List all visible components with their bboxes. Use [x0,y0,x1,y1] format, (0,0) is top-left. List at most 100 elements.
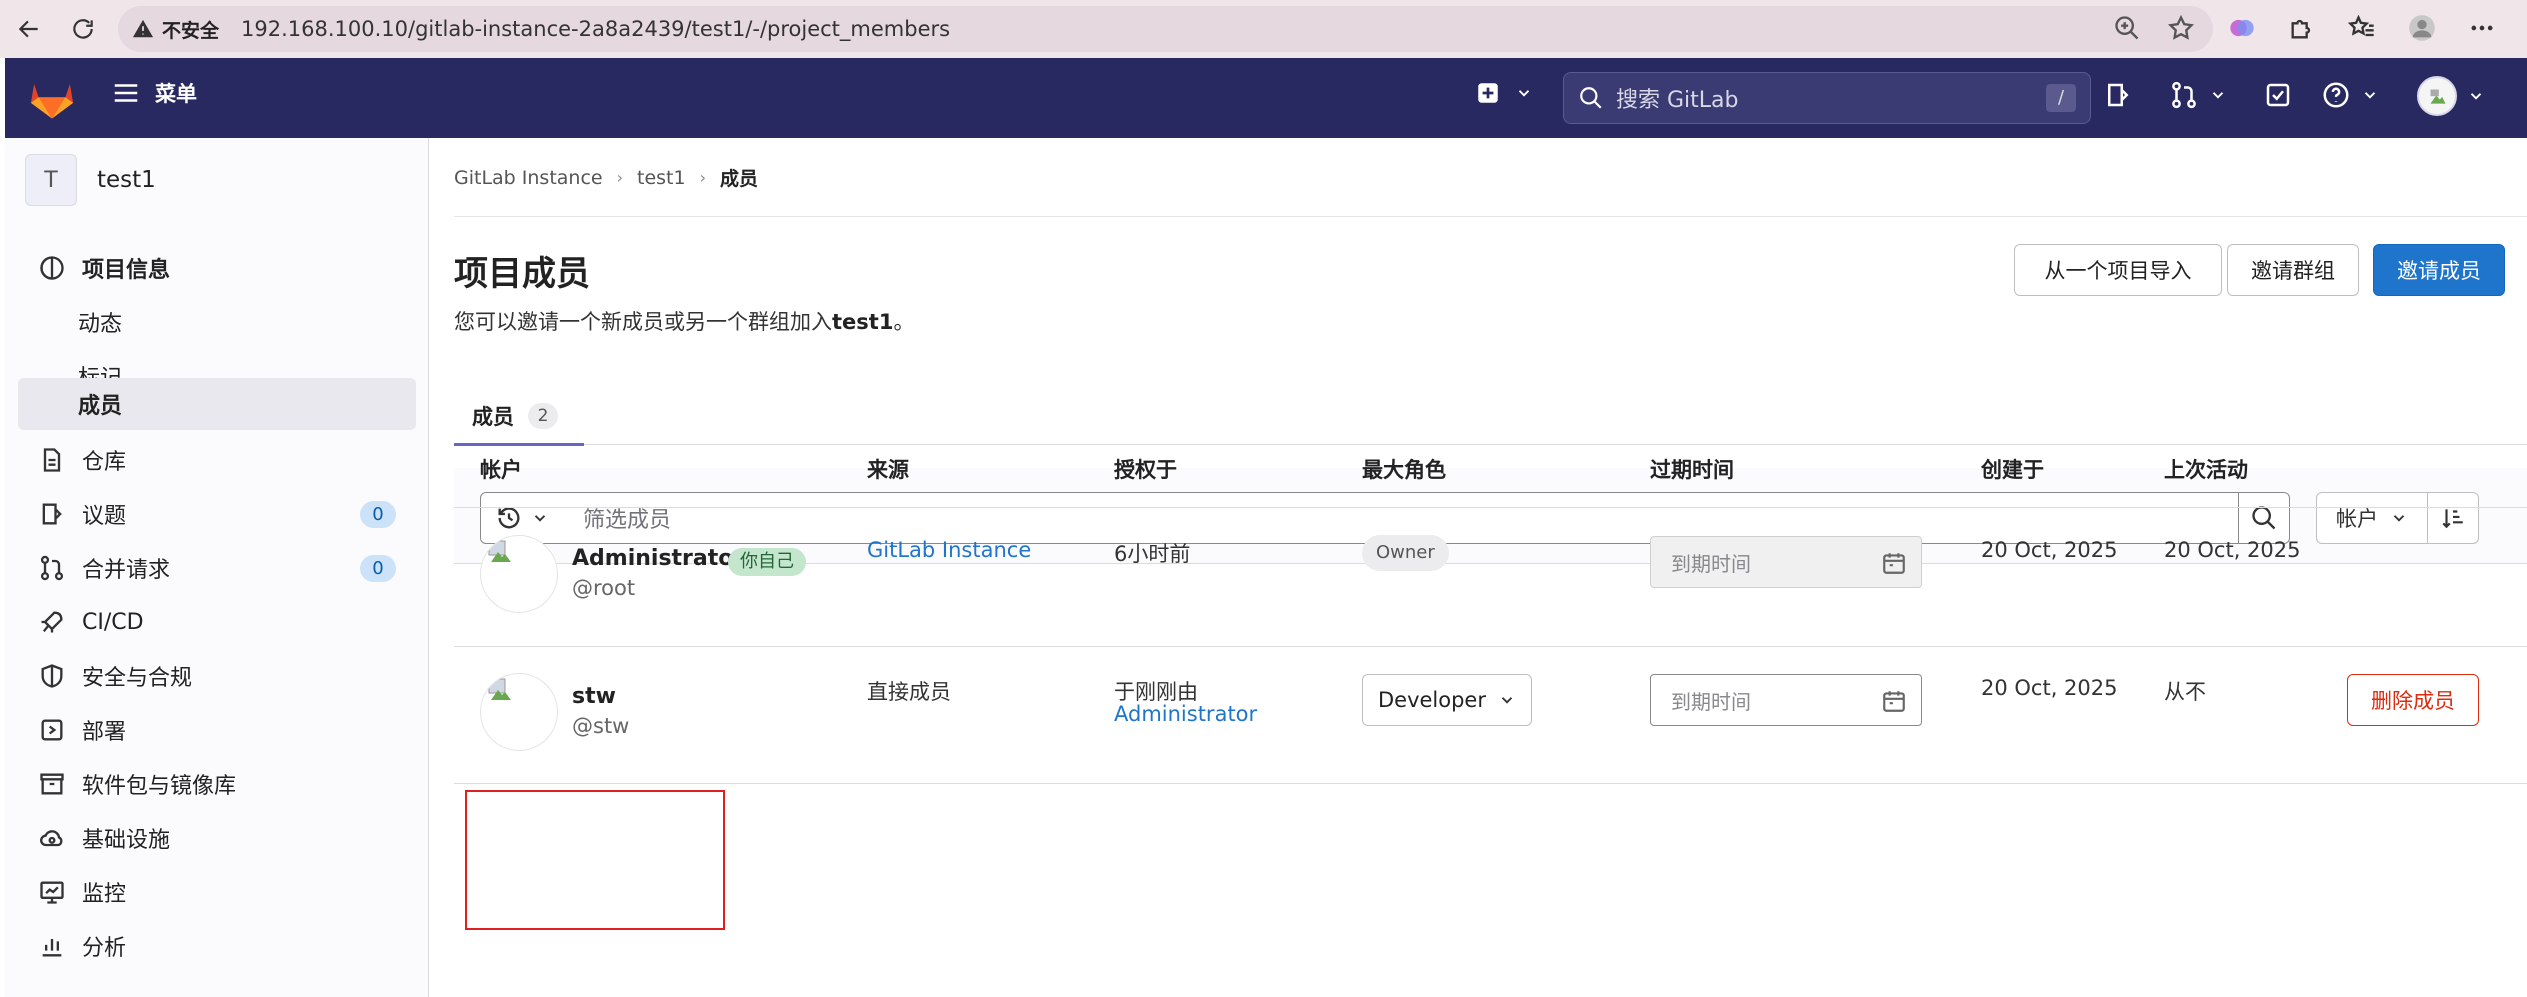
breadcrumb-current[interactable]: 成员 [720,164,758,191]
more-button[interactable] [2465,10,2499,46]
favorites-icon [2348,14,2374,37]
sidebar-item-monitor[interactable]: 监控 [18,866,416,918]
member-created: 20 Oct, 2025 [1981,676,2118,700]
warning-icon [132,19,154,38]
browser-toolbar: 不安全 192.168.100.10/gitlab-instance-2a8a2… [0,0,2527,58]
member-last-activity: 20 Oct, 2025 [2164,538,2301,562]
sidebar-item-infrastructure[interactable]: 基础设施 [18,812,416,864]
user-icon [2409,15,2435,41]
invite-group-button[interactable]: 邀请群组 [2227,244,2359,296]
merge-requests-header-button[interactable] [2169,80,2227,110]
role-dropdown-label: Developer [1377,688,1486,712]
breadcrumb-instance[interactable]: GitLab Instance [454,167,603,189]
issues-count-badge: 0 [360,501,396,528]
security-warning[interactable]: 不安全 [132,16,219,43]
chevron-down-icon [2393,515,2405,522]
sidebar-item-packages[interactable]: 软件包与镜像库 [18,758,416,810]
back-button[interactable] [2,0,56,58]
package-icon [40,773,64,795]
divider [454,507,2527,508]
chevron-right-icon: › [699,168,706,187]
todos-header-button[interactable] [2263,80,2293,110]
sidebar-item-label: 软件包与镜像库 [82,774,237,799]
role-dropdown[interactable]: Developer [1362,674,1532,726]
column-header-granted: 授权于 [1114,458,1177,482]
sort-by-dropdown[interactable]: 帐户 [2316,492,2428,544]
merge-request-icon [2172,81,2196,109]
sort-ascending-icon [2442,509,2463,529]
remove-member-button[interactable]: 删除成员 [2347,674,2479,726]
sort-direction-button[interactable] [2427,492,2479,544]
sidebar-item-repository[interactable]: 仓库 [18,434,416,486]
issues-header-button[interactable] [2103,80,2133,110]
broken-image-icon [488,678,511,700]
member-last-activity: 从不 [2164,680,2206,704]
sidebar-item-security[interactable]: 安全与合规 [18,650,416,702]
import-from-project-button[interactable]: 从一个项目导入 [2014,244,2222,296]
history-icon [498,507,520,529]
sidebar-item-label: 合并请求 [82,558,171,583]
sidebar-item-members[interactable]: 成员 [18,378,416,430]
chevron-right-icon: › [616,168,624,187]
tab-members[interactable]: 成员 2 [454,388,584,446]
copilot-button[interactable] [2225,10,2259,46]
plus-square-icon [1478,83,1498,103]
menu-button[interactable]: 菜单 [111,78,197,108]
chevron-down-icon [1518,90,1530,97]
zoom-icon[interactable] [2113,14,2141,42]
member-name[interactable]: Administrator [572,546,744,571]
help-dropdown[interactable] [2321,80,2379,110]
invite-members-button[interactable]: 邀请成员 [2373,244,2505,296]
search-shortcut-key: / [2046,84,2076,112]
help-icon [2323,82,2349,108]
merge-requests-count-badge: 0 [360,555,396,582]
member-source-link[interactable]: GitLab Instance [867,538,1031,562]
expiration-date-input[interactable]: 到期时间 [1650,674,1922,726]
bookmark-star-icon[interactable] [2167,14,2195,42]
chevron-down-icon [2212,92,2224,99]
tabs-divider [454,444,2527,445]
project-header[interactable]: T test1 [25,154,156,206]
search-placeholder: 搜索 GitLab [1616,88,1739,113]
user-menu-dropdown[interactable] [2417,76,2485,116]
avatar[interactable] [480,673,558,751]
address-bar[interactable]: 不安全 192.168.100.10/gitlab-instance-2a8a2… [118,6,2213,52]
filter-search-button[interactable] [2238,492,2290,544]
sidebar-item-analytics[interactable]: 分析 [18,920,416,972]
sidebar-item-issues[interactable]: 议题 0 [18,488,416,540]
favorites-button[interactable] [2345,10,2379,46]
chevron-down-icon [2470,93,2482,100]
expiration-placeholder: 到期时间 [1671,551,1751,576]
new-item-dropdown[interactable] [1475,80,1533,106]
file-icon [43,448,61,472]
tab-members-count: 2 [528,402,558,429]
sidebar-item-label: 成员 [78,394,123,419]
sidebar-item-label: 议题 [82,504,127,529]
tab-members-label: 成员 [472,404,514,429]
search-input[interactable]: 搜索 GitLab / [1563,72,2091,124]
page-description-prefix: 您可以邀请一个新成员或另一个群组加入 [454,310,832,334]
rocket-icon [41,611,63,633]
sidebar-item-label: 部署 [82,720,127,745]
member-name[interactable]: stw [572,684,616,709]
url-text: 192.168.100.10/gitlab-instance-2a8a2439/… [241,17,951,41]
profile-button[interactable] [2405,10,2439,46]
sidebar-item-deployments[interactable]: 部署 [18,704,416,756]
extensions-button[interactable] [2285,10,2319,46]
member-granted-by-link[interactable]: Administrator [1114,702,1257,726]
sidebar-item-label: 仓库 [82,450,127,475]
chart-icon [42,939,62,957]
reload-button[interactable] [56,0,110,58]
monitor-icon [40,881,64,904]
sidebar-item-activity[interactable]: 动态 [18,296,416,348]
divider [454,216,2527,217]
breadcrumb-project[interactable]: test1 [637,167,686,189]
sidebar-item-merge-requests[interactable]: 合并请求 0 [18,542,416,594]
sidebar-item-project-info[interactable]: 项目信息 [18,242,416,294]
gitlab-logo-icon[interactable] [29,76,75,120]
page-description: 您可以邀请一个新成员或另一个群组加入test1。 [454,306,914,336]
member-created: 20 Oct, 2025 [1981,538,2118,562]
sidebar-item-cicd[interactable]: CI/CD [18,596,416,648]
chevron-down-icon [1501,697,1513,704]
avatar[interactable] [480,535,558,613]
